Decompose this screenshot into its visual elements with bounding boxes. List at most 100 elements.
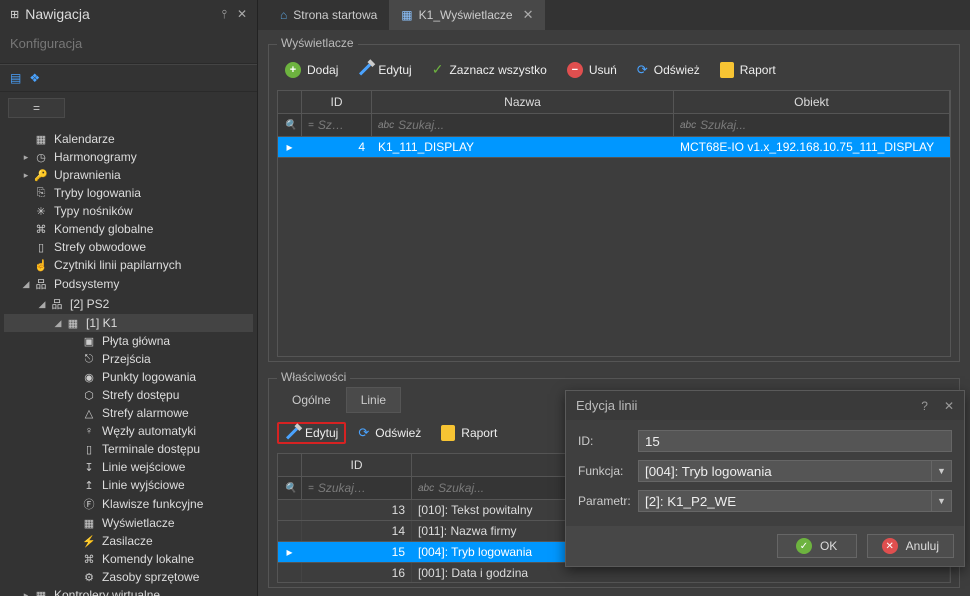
expand-arrow-icon[interactable]: ▸ [20, 152, 32, 163]
pin-icon[interactable]: ⫯ [222, 7, 227, 22]
pencil-icon [286, 427, 298, 439]
tree-item[interactable]: ▯Strefy obwodowe [4, 238, 253, 256]
filter-id[interactable]: =Sz… [302, 114, 372, 136]
expand-arrow-icon[interactable]: ▸ [20, 590, 32, 596]
edit-line-dialog: Edycja linii ? ✕ ID: Funkcja: ▼ Parametr… [565, 390, 965, 567]
editor-tab[interactable]: ⌂Strona startowa [268, 0, 389, 30]
close-icon[interactable]: ✕ [237, 7, 247, 22]
table-row[interactable]: ▸4K1_111_DISPLAYMCT68E-IO v1.x_192.168.1… [278, 137, 950, 158]
equals-button[interactable]: = [8, 98, 65, 118]
col-id-header[interactable]: ID [302, 454, 412, 476]
props-edit-label: Edytuj [305, 426, 338, 440]
node-label: Kontrolery wirtualne [54, 588, 160, 596]
node-icon: 🔑 [32, 169, 50, 182]
tree-item[interactable]: ▸🔑Uprawnienia [4, 166, 253, 184]
tree-item[interactable]: ⚙Zasoby sprzętowe [4, 568, 253, 586]
function-field[interactable] [638, 460, 932, 482]
node-icon: ⎋ [80, 353, 98, 366]
tree-item[interactable]: ▸◷Harmonogramy [4, 148, 253, 166]
tab-icon: ▦ [401, 8, 412, 22]
expand-arrow-icon[interactable]: ◢ [52, 318, 64, 329]
tree-item[interactable]: ▣Płyta główna [4, 332, 253, 350]
col-name-header[interactable]: Nazwa [372, 91, 674, 113]
function-label: Funkcja: [578, 464, 638, 478]
tree-item[interactable]: ⌘Komendy lokalne [4, 550, 253, 568]
node-label: Linie wyjściowe [102, 478, 185, 492]
node-label: Strefy dostępu [102, 388, 179, 402]
filter-object[interactable]: abcSzukaj... [674, 114, 950, 136]
add-button[interactable]: + Dodaj [277, 58, 346, 82]
function-dropdown-button[interactable]: ▼ [932, 460, 952, 482]
expand-arrow-icon[interactable]: ◢ [36, 299, 48, 310]
expand-arrow-icon[interactable]: ▸ [20, 170, 32, 181]
help-icon[interactable]: ? [921, 399, 928, 413]
edit-label: Edytuj [378, 63, 411, 77]
config-toolbar: ▤ ❖ [0, 64, 257, 92]
node-label: Przejścia [102, 352, 151, 366]
tree-item[interactable]: ↥ Linie wyjściowe [4, 476, 253, 494]
tree-item[interactable]: ⬡Strefy dostępu [4, 386, 253, 404]
tree-item[interactable]: ⌘Komendy globalne [4, 220, 253, 238]
props-report-button[interactable]: Raport [433, 421, 505, 445]
props-report-label: Raport [461, 426, 497, 440]
add-label: Dodaj [307, 63, 338, 77]
tree-item[interactable]: ⒻKlawisze funkcyjne [4, 494, 253, 514]
props-refresh-button[interactable]: ⟳ Odśwież [350, 421, 429, 445]
tab-general[interactable]: Ogólne [277, 387, 346, 413]
delete-button[interactable]: − Usuń [559, 58, 625, 82]
node-icon: ⎘ [32, 187, 50, 200]
filter-indicator: 🔍 [278, 114, 302, 136]
edit-button[interactable]: Edytuj [350, 59, 419, 81]
col-id-header[interactable]: ID [302, 91, 372, 113]
node-label: Wyświetlacze [102, 516, 175, 530]
tree-item[interactable]: ☝Czytniki linii papilarnych [4, 256, 253, 274]
id-label: ID: [578, 434, 638, 448]
tree-item[interactable]: ▯Terminale dostępu [4, 440, 253, 458]
select-all-button[interactable]: ✓ Zaznacz wszystko [424, 57, 555, 82]
tree-item[interactable]: ▦Wyświetlacze [4, 514, 253, 532]
db-icon[interactable]: ▤ [10, 71, 21, 85]
node-icon: ⚡ [80, 535, 98, 548]
tree-item[interactable]: ✳Typy nośników [4, 202, 253, 220]
filter-name[interactable]: abcSzukaj... [372, 114, 674, 136]
tree-item[interactable]: ◢品Podsystemy [4, 274, 253, 294]
tree-item[interactable]: ⎘Tryby logowania [4, 184, 253, 202]
close-icon[interactable]: ✕ [523, 7, 534, 23]
ok-button[interactable]: ✓ OK [777, 534, 857, 558]
node-icon: ↥ [80, 479, 98, 492]
tree-item[interactable]: ▸▦Kontrolery wirtualne [4, 586, 253, 596]
refresh-button[interactable]: ⟳ Odśwież [629, 58, 708, 82]
minus-icon: − [567, 62, 583, 78]
tree-item[interactable]: ⚡Zasilacze [4, 532, 253, 550]
displays-grid[interactable]: ID Nazwa Obiekt 🔍 =Sz… abcSzukaj... abcS… [277, 90, 951, 357]
navigation-tree[interactable]: ▦Kalendarze▸◷Harmonogramy▸🔑Uprawnienia⎘T… [0, 124, 257, 596]
tree-item[interactable]: ⎋ Przejścia [4, 350, 253, 368]
param-dropdown-button[interactable]: ▼ [932, 490, 952, 512]
node-label: Punkty logowania [102, 370, 196, 384]
expand-arrow-icon[interactable]: ◢ [20, 279, 32, 290]
tree-item[interactable]: ◢▦[1] K1 [4, 314, 253, 332]
row-indicator [278, 521, 302, 541]
cancel-button[interactable]: ✕ Anuluj [867, 534, 954, 558]
tab-lines[interactable]: Linie [346, 387, 401, 413]
report-label: Raport [740, 63, 776, 77]
col-object-header[interactable]: Obiekt [674, 91, 950, 113]
filter-id[interactable]: =Szukaj… [302, 477, 412, 499]
tree-item[interactable]: △Strefy alarmowe [4, 404, 253, 422]
layers-icon[interactable]: ❖ [29, 71, 40, 85]
tree-item[interactable]: ▦Kalendarze [4, 130, 253, 148]
tree-item[interactable]: ◉Punkty logowania [4, 368, 253, 386]
props-edit-button[interactable]: Edytuj [277, 422, 346, 444]
navigation-panel: ⊞ Nawigacja ⫯ ✕ Konfiguracja ▤ ❖ = ▦Kale… [0, 0, 258, 596]
param-field[interactable] [638, 490, 932, 512]
tree-item[interactable]: ↧Linie wejściowe [4, 458, 253, 476]
tree-item[interactable]: ◢品[2] PS2 [4, 294, 253, 314]
report-button[interactable]: Raport [712, 58, 784, 82]
id-field[interactable] [638, 430, 952, 452]
dialog-titlebar[interactable]: Edycja linii ? ✕ [566, 391, 964, 420]
editor-tab[interactable]: ▦ K1_Wyświetlacze ✕ [389, 0, 545, 30]
tab-label: K1_Wyświetlacze [419, 8, 513, 22]
tree-item[interactable]: ♀Węzły automatyki [4, 422, 253, 440]
close-icon[interactable]: ✕ [944, 399, 954, 413]
cell-id: 13 [302, 500, 412, 520]
